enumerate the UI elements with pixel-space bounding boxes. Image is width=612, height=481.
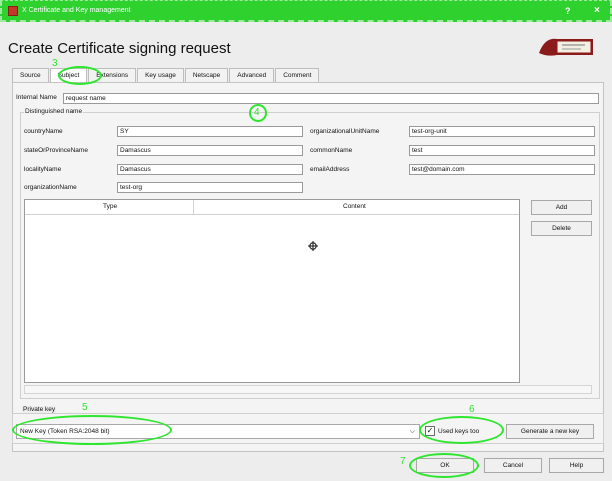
organization-input[interactable]: test-org [117,182,303,193]
chevron-down-icon: ⌵ [409,428,415,435]
app-icon [8,6,18,16]
tab-comment[interactable]: Comment [275,68,320,82]
state-label: stateOrProvinceName [24,147,88,154]
annotation-highlight-private-key [12,415,172,445]
annotation-number-5: 5 [82,402,88,413]
window-title: X Certificate and Key management [22,7,131,14]
annotation-highlight-ok [409,453,479,478]
certificate-logo-icon [539,38,593,56]
extra-entries-table[interactable]: Type Content [24,199,520,383]
dialog-heading: Create Certificate signing request [8,40,231,57]
add-button[interactable]: Add [531,200,592,215]
email-label: emailAddress [310,166,350,173]
common-name-input[interactable]: test [409,145,595,156]
organization-label: organizationName [24,184,77,191]
locality-input[interactable]: Damascus [117,164,303,175]
horizontal-scrollbar[interactable] [24,385,592,394]
locality-label: localityName [24,166,62,173]
annotation-highlight-subject-tab [58,66,102,85]
annotation-number-4: 4 [254,107,260,118]
email-input[interactable]: test@domain.com [409,164,595,175]
annotation-highlight-used-keys [419,416,504,444]
org-unit-input[interactable]: test-org-unit [409,126,595,137]
generate-key-button[interactable]: Generate a new key [506,424,594,439]
annotation-number-6: 6 [469,404,475,415]
private-key-label: Private key [22,406,57,413]
table-header: Type Content [25,200,519,215]
title-bar: X Certificate and Key management ? × [0,0,612,22]
annotation-number-7: 7 [400,456,406,467]
internal-name-input[interactable]: request name [63,93,599,104]
annotation-number-3: 3 [52,58,58,69]
internal-name-label: Internal Name [16,94,57,101]
column-content[interactable]: Content [343,203,366,210]
tab-key-usage[interactable]: Key usage [137,68,184,82]
help-button[interactable]: Help [549,458,604,473]
tab-netscape[interactable]: Netscape [184,68,229,82]
country-name-input[interactable]: SY [117,126,303,137]
tab-advanced[interactable]: Advanced [229,68,275,82]
help-icon[interactable]: ? [565,6,571,16]
crosshair-cursor-icon [308,241,318,251]
org-unit-label: organizationalUnitName [310,128,380,135]
column-type[interactable]: Type [103,203,117,210]
distinguished-name-label: Distinguished name [24,108,84,115]
column-divider [193,200,194,215]
close-icon[interactable]: × [594,5,600,16]
country-name-label: countryName [24,128,63,135]
common-name-label: commonName [310,147,353,154]
delete-button[interactable]: Delete [531,221,592,236]
state-input[interactable]: Damascus [117,145,303,156]
cancel-button[interactable]: Cancel [484,458,542,473]
tab-source[interactable]: Source [12,68,49,82]
